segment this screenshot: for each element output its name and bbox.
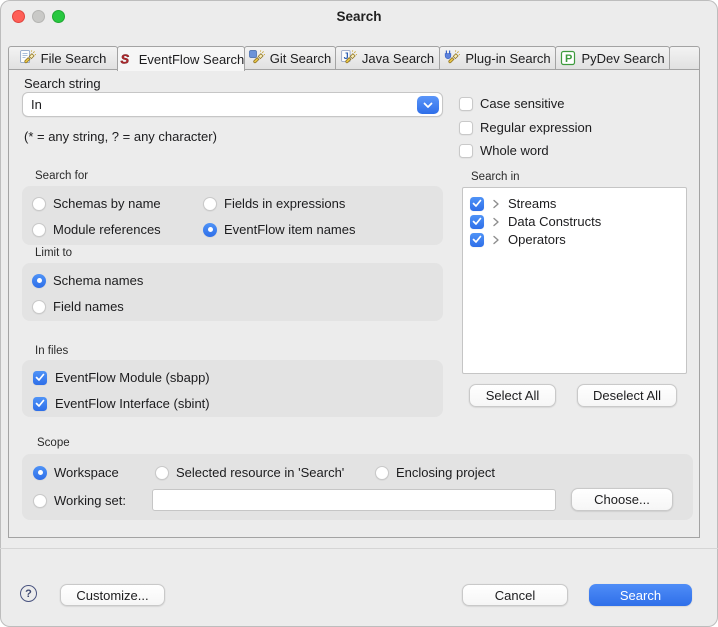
checkbox-case-sensitive[interactable]: Case sensitive xyxy=(459,96,565,111)
radio-icon xyxy=(155,466,169,480)
radio-schemas-by-name[interactable]: Schemas by name xyxy=(32,196,161,211)
search-for-caption: Search for xyxy=(35,170,88,182)
tab-pydev-search[interactable]: P PyDev Search xyxy=(555,46,670,70)
java-search-icon: J xyxy=(341,50,357,66)
scope-caption: Scope xyxy=(37,437,70,449)
checkbox-icon xyxy=(459,97,473,111)
radio-field-names[interactable]: Field names xyxy=(32,299,124,314)
tab-git-search[interactable]: Git Search xyxy=(244,46,336,70)
radio-schema-names[interactable]: Schema names xyxy=(32,273,143,288)
checkbox-icon xyxy=(33,397,47,411)
tab-label: Java Search xyxy=(362,51,434,66)
checkbox-icon xyxy=(33,371,47,385)
chevron-right-icon[interactable] xyxy=(492,235,500,245)
limit-to-caption: Limit to xyxy=(35,247,72,259)
tab-label: Plug-in Search xyxy=(465,51,550,66)
checkbox-regular-expression[interactable]: Regular expression xyxy=(459,120,592,135)
svg-text:P: P xyxy=(565,53,572,65)
checkbox-whole-word[interactable]: Whole word xyxy=(459,143,549,158)
pydev-search-icon: P xyxy=(560,50,576,66)
tree-item-streams[interactable]: Streams xyxy=(470,196,556,211)
checkbox-icon[interactable] xyxy=(470,233,484,247)
select-all-button[interactable]: Select All xyxy=(469,384,556,407)
radio-fields-in-expressions[interactable]: Fields in expressions xyxy=(203,196,345,211)
tab-label: EventFlow Search xyxy=(139,52,245,67)
tab-strip-stub xyxy=(669,46,700,70)
radio-icon xyxy=(375,466,389,480)
tab-eventflow-search[interactable]: S EventFlow Search xyxy=(117,46,245,71)
tree-item-operators[interactable]: Operators xyxy=(470,232,566,247)
help-button[interactable]: ? xyxy=(20,585,37,602)
radio-module-references[interactable]: Module references xyxy=(32,222,161,237)
radio-icon xyxy=(32,223,46,237)
search-dialog: Search File Search S EventFlow Search xyxy=(0,0,718,627)
radio-icon xyxy=(32,300,46,314)
checkbox-icon[interactable] xyxy=(470,197,484,211)
choose-button[interactable]: Choose... xyxy=(571,488,673,511)
checkbox-eventflow-interface[interactable]: EventFlow Interface (sbint) xyxy=(33,396,210,411)
chevron-right-icon[interactable] xyxy=(492,217,500,227)
radio-icon xyxy=(33,494,47,508)
checkbox-icon[interactable] xyxy=(470,215,484,229)
checkbox-icon xyxy=(459,144,473,158)
git-search-icon xyxy=(249,50,265,66)
radio-workspace[interactable]: Workspace xyxy=(33,465,119,480)
radio-selected-resource[interactable]: Selected resource in 'Search' xyxy=(155,465,344,480)
radio-icon xyxy=(203,223,217,237)
tab-label: Git Search xyxy=(270,51,331,66)
checkbox-icon xyxy=(459,121,473,135)
search-string-input[interactable] xyxy=(25,94,427,115)
file-search-icon xyxy=(20,50,36,66)
deselect-all-button[interactable]: Deselect All xyxy=(577,384,677,407)
radio-icon xyxy=(203,197,217,211)
tab-label: File Search xyxy=(41,51,107,66)
search-string-combobox[interactable] xyxy=(22,92,443,117)
radio-eventflow-item-names[interactable]: EventFlow item names xyxy=(203,222,356,237)
customize-button[interactable]: Customize... xyxy=(60,584,165,606)
working-set-input[interactable] xyxy=(152,489,556,511)
radio-icon xyxy=(32,274,46,288)
search-string-label: Search string xyxy=(24,76,101,91)
chevron-right-icon[interactable] xyxy=(492,199,500,209)
combo-dropdown-button[interactable] xyxy=(417,96,439,114)
eventflow-search-icon: S xyxy=(118,51,134,67)
in-files-caption: In files xyxy=(35,345,68,357)
radio-icon xyxy=(32,197,46,211)
cancel-button[interactable]: Cancel xyxy=(462,584,568,606)
radio-icon xyxy=(33,466,47,480)
checkbox-eventflow-module[interactable]: EventFlow Module (sbapp) xyxy=(33,370,210,385)
search-in-caption: Search in xyxy=(471,171,520,183)
tab-file-search[interactable]: File Search xyxy=(8,46,118,70)
search-button[interactable]: Search xyxy=(589,584,692,606)
svg-text:S: S xyxy=(120,52,129,67)
window-title: Search xyxy=(0,9,718,24)
plugin-search-icon xyxy=(444,50,460,66)
tab-java-search[interactable]: J Java Search xyxy=(335,46,440,70)
wildcard-hint: (* = any string, ? = any character) xyxy=(24,129,217,144)
tree-item-data-constructs[interactable]: Data Constructs xyxy=(470,214,601,229)
footer-divider xyxy=(0,548,718,549)
tab-plugin-search[interactable]: Plug-in Search xyxy=(439,46,556,70)
radio-enclosing-project[interactable]: Enclosing project xyxy=(375,465,495,480)
chevron-down-icon xyxy=(423,102,433,109)
radio-working-set[interactable]: Working set: xyxy=(33,493,126,508)
tab-label: PyDev Search xyxy=(581,51,664,66)
